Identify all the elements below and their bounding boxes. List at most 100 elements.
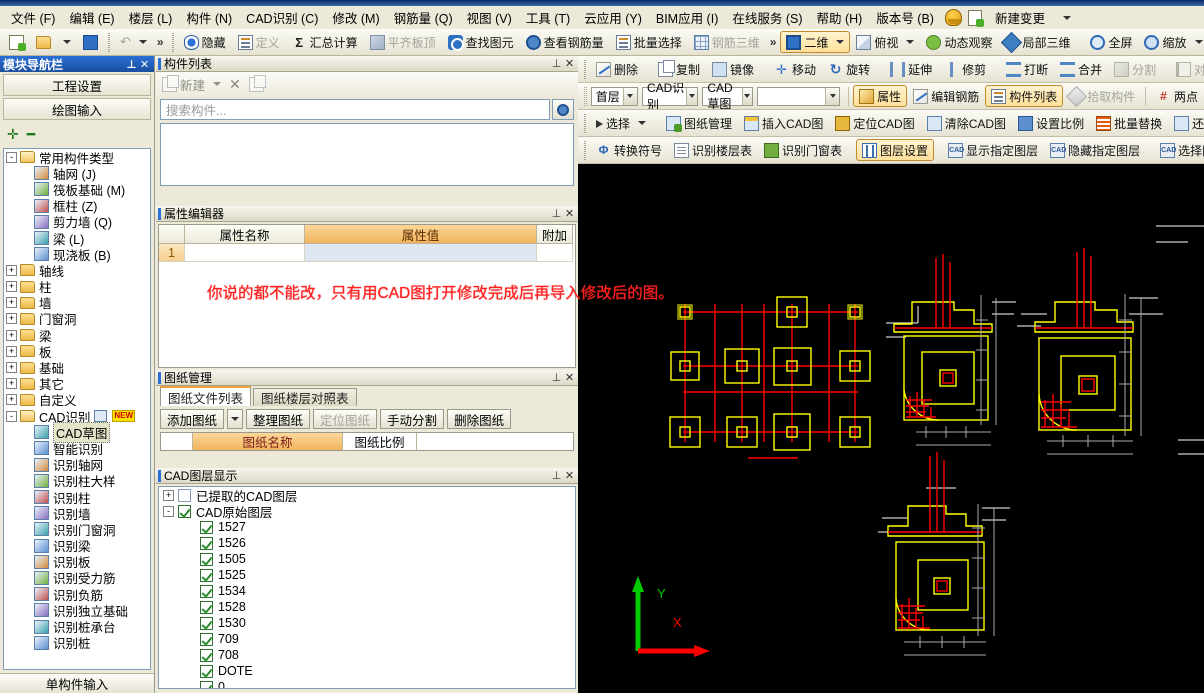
toolbar-find-element-button[interactable]: 查找图元 <box>442 31 520 53</box>
menu-item-cad-recognize[interactable]: CAD识别 (C) <box>239 5 325 30</box>
tab-drawing-file-list[interactable]: 图纸文件列表 <box>160 386 252 406</box>
new-change-button[interactable]: 新建变更 <box>988 5 1052 30</box>
clear-cad-button[interactable]: 清除CAD图 <box>921 112 1012 134</box>
layer-checkbox[interactable] <box>200 664 213 678</box>
tree-item-识别墙[interactable]: 识别墙 <box>4 505 150 522</box>
edit-align-button[interactable]: 对齐 <box>1170 58 1204 80</box>
menu-item-edit[interactable]: 编辑 (E) <box>62 5 121 30</box>
organize-drawing-button[interactable]: 整理图纸 <box>246 409 311 429</box>
recognize-door-window-table-button[interactable]: 识别门窗表 <box>758 139 848 161</box>
layer-row[interactable]: 1525 <box>159 567 575 583</box>
menu-item-online-service[interactable]: 在线服务 (S) <box>725 5 809 30</box>
add-drawing-dropdown[interactable] <box>227 409 244 429</box>
layer-row[interactable]: 1505 <box>159 551 575 567</box>
tree-item-识别负筋[interactable]: 识别负筋 <box>4 586 150 603</box>
add-drawing-button[interactable]: 添加图纸 <box>160 409 225 429</box>
edit-delete-button[interactable]: 删除 <box>590 58 644 80</box>
pick-component-button[interactable]: 拾取构件 <box>1063 85 1141 107</box>
collapse-icon[interactable]: - <box>6 410 17 422</box>
save-file-button[interactable] <box>77 31 104 53</box>
tree-item-识别轴网[interactable]: 识别轴网 <box>4 457 150 473</box>
tree-item-常用构件类型[interactable]: - 常用构件类型 <box>4 149 150 166</box>
manual-split-button[interactable]: 手动分割 <box>380 409 445 429</box>
menu-item-help[interactable]: 帮助 (H) <box>810 5 870 30</box>
close-icon[interactable]: ✕ <box>563 371 576 384</box>
delete-component-button[interactable]: ✕ <box>229 76 241 93</box>
layer-checkbox[interactable] <box>178 504 191 518</box>
cad-select-button[interactable]: 选择 <box>590 112 652 134</box>
layer-checkbox[interactable] <box>200 616 213 630</box>
locate-cad-button[interactable]: 定位CAD图 <box>829 112 920 134</box>
pin-icon[interactable]: ⊥ <box>550 207 563 220</box>
tree-item-柱[interactable]: + 柱 <box>4 279 150 295</box>
view-zoom-button[interactable]: 缩放 <box>1138 31 1204 53</box>
tree-item-框柱z[interactable]: 框柱 (Z) <box>4 198 150 214</box>
menu-item-modify[interactable]: 修改 (M) <box>325 5 386 30</box>
tree-item-梁[interactable]: + 梁 <box>4 327 150 344</box>
search-input[interactable]: 搜索构件... <box>160 99 550 120</box>
drawing-manager-button[interactable]: 图纸管理 <box>660 112 738 134</box>
view-fullscreen-button[interactable]: 全屏 <box>1084 31 1138 53</box>
new-component-button[interactable]: 新建 <box>162 74 222 94</box>
pin-icon[interactable]: ⊥ <box>550 57 563 70</box>
show-layer-button[interactable]: CAD 显示指定图层 <box>942 139 1044 161</box>
view-2d-button[interactable]: 二维 <box>780 31 851 53</box>
close-icon[interactable]: ✕ <box>138 58 151 71</box>
layer-checkbox[interactable] <box>200 600 213 614</box>
new-document-icon[interactable] <box>967 9 984 27</box>
toolbar-overflow-chevron[interactable]: » <box>153 35 168 49</box>
layer-checkbox[interactable] <box>200 648 213 662</box>
tree-item-识别板[interactable]: 识别板 <box>4 554 150 570</box>
view-orbit-button[interactable]: 动态观察 <box>920 31 998 53</box>
tree-item-识别桩[interactable]: 识别桩 <box>4 635 150 651</box>
toolbar-view-rebar-button[interactable]: 查看钢筋量 <box>520 31 610 53</box>
close-icon[interactable]: ✕ <box>563 469 576 482</box>
tree-item-智能识别[interactable]: 智能识别 <box>4 440 150 457</box>
view-top-button[interactable]: 俯视 <box>850 31 920 53</box>
insert-cad-button[interactable]: 插入CAD图 <box>738 112 829 134</box>
tree-item-墙[interactable]: + 墙 <box>4 295 150 311</box>
toolbar-overflow-chevron-2[interactable]: » <box>766 35 781 49</box>
layer-row[interactable]: 709 <box>159 631 575 647</box>
menu-item-bim[interactable]: BIM应用 (I) <box>649 5 726 30</box>
restore-cad-button[interactable]: 还原CAD图 <box>1168 112 1204 134</box>
cad-layer-tree[interactable]: + 已提取的CAD图层 - CAD原始图层 1527 1526 1505 1525 1534 15… <box>158 486 576 689</box>
select-same-layer-button[interactable]: CAD选择同图 <box>1154 139 1204 161</box>
tree-item-识别柱[interactable]: 识别柱 <box>4 489 150 506</box>
tree-item-现浇板b[interactable]: 现浇板 (B) <box>4 246 150 263</box>
tree-item-轴网j[interactable]: 轴网 (J) <box>4 165 150 182</box>
menu-item-component[interactable]: 构件 (N) <box>179 5 239 30</box>
layer-row[interactable]: 1526 <box>159 535 575 551</box>
tree-item-轴线[interactable]: + 轴线 <box>4 262 150 279</box>
edit-split-button[interactable]: 分割 <box>1108 58 1162 80</box>
recognize-floor-table-button[interactable]: 识别楼层表 <box>668 139 758 161</box>
expand-icon[interactable]: + <box>6 281 17 293</box>
layer-checkbox[interactable] <box>200 536 213 550</box>
undo-button[interactable]: ↶ <box>114 31 153 53</box>
expand-icon[interactable]: + <box>6 313 17 325</box>
layer-row[interactable]: 0 <box>159 679 575 688</box>
layer-checkbox[interactable] <box>200 680 213 688</box>
pin-icon[interactable]: ⊥ <box>125 58 138 71</box>
property-value-cell[interactable] <box>305 244 537 262</box>
layer-row[interactable]: 708 <box>159 647 575 663</box>
component-tree[interactable]: - 常用构件类型 轴网 (J) 筏板基础 (M) 框柱 (Z) 剪力墙 (Q) 梁 (L) 现… <box>3 148 151 670</box>
edit-move-button[interactable]: ✛ 移动 <box>768 58 822 80</box>
toolbar-summary-calc-button[interactable]: Σ 汇总计算 <box>286 31 364 53</box>
layer-row[interactable]: 1527 <box>159 519 575 535</box>
tree-item-梁l[interactable]: 梁 (L) <box>4 230 150 247</box>
pin-icon[interactable]: ⊥ <box>550 371 563 384</box>
edit-extend-button[interactable]: 延伸 <box>884 58 938 80</box>
tree-item-剪力墙q[interactable]: 剪力墙 (Q) <box>4 214 150 230</box>
batch-replace-button[interactable]: 批量替换 <box>1090 112 1168 134</box>
search-button[interactable] <box>552 99 574 120</box>
tree-item-筏板基础m[interactable]: 筏板基础 (M) <box>4 181 150 198</box>
toolbar-batch-select-button[interactable]: 批量选择 <box>610 31 688 53</box>
collapse-icon[interactable]: - <box>6 151 17 163</box>
copy-component-button[interactable] <box>248 74 266 92</box>
module-combo[interactable]: CAD识别 <box>641 83 699 109</box>
expand-icon[interactable]: + <box>6 362 17 374</box>
helmet-icon[interactable] <box>944 9 962 26</box>
toolbar-flush-slab-button[interactable]: 平齐板顶 <box>364 31 442 53</box>
edit-trim-button[interactable]: 修剪 <box>938 58 992 80</box>
